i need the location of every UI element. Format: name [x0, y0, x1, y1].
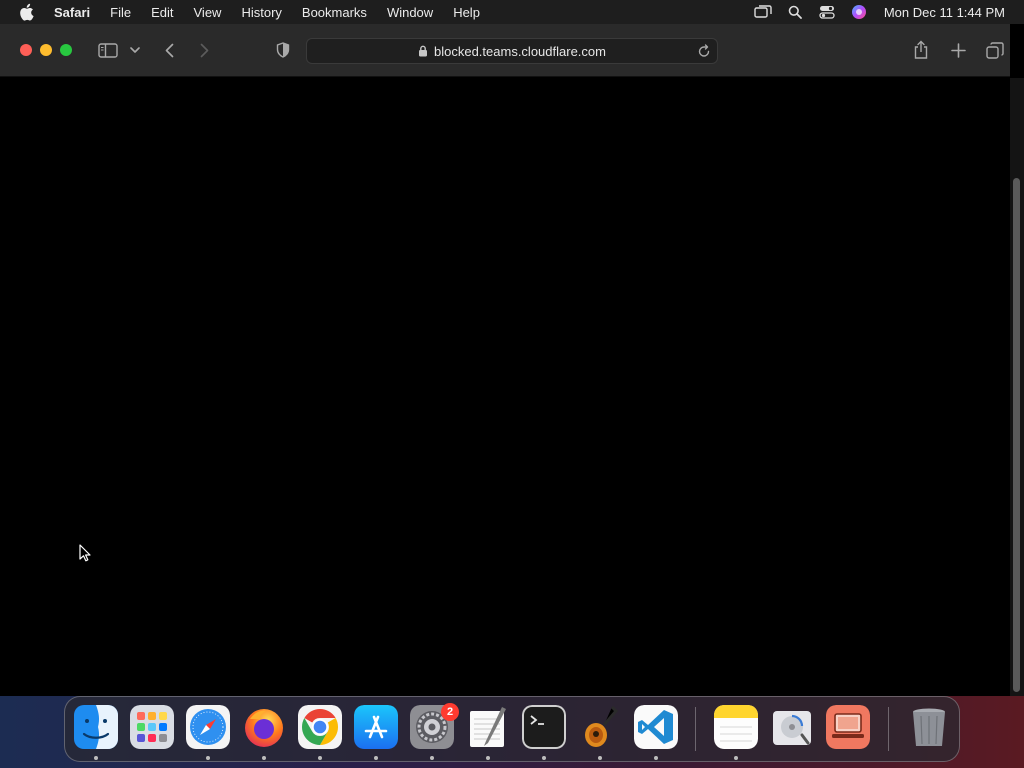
running-indicator [206, 756, 210, 760]
apple-menu-icon[interactable] [18, 3, 36, 21]
scrollbar-thumb[interactable] [1013, 178, 1020, 692]
running-indicator [430, 756, 434, 760]
screen-mirroring-icon[interactable] [754, 4, 772, 20]
mouse-pointer-icon [79, 544, 91, 567]
menu-help[interactable]: Help [453, 5, 480, 20]
dock-launchpad-icon[interactable] [130, 705, 174, 749]
menu-bar: Safari File Edit View History Bookmarks … [0, 0, 1024, 24]
dock-disk-utility-icon[interactable] [770, 705, 814, 749]
dock-screen-sharing-icon[interactable] [826, 705, 870, 749]
address-bar[interactable]: blocked.teams.cloudflare.com [306, 38, 718, 64]
new-tab-plus-icon[interactable] [948, 39, 968, 61]
spotlight-search-icon[interactable] [786, 4, 804, 20]
web-content-area[interactable] [0, 78, 1010, 696]
dock [64, 696, 960, 762]
dock-firefox-icon[interactable] [242, 705, 286, 749]
address-bar-url: blocked.teams.cloudflare.com [434, 43, 606, 59]
privacy-shield-icon[interactable] [274, 39, 292, 61]
running-indicator [94, 756, 98, 760]
dock-separator [695, 707, 696, 751]
menu-history[interactable]: History [241, 5, 281, 20]
dock-finder-icon[interactable] [74, 705, 118, 749]
menu-edit[interactable]: Edit [151, 5, 173, 20]
menu-bar-clock[interactable]: Mon Dec 11 1:44 PM [884, 5, 1005, 20]
menu-bookmarks[interactable]: Bookmarks [302, 5, 367, 20]
dock-chrome-icon[interactable] [298, 705, 342, 749]
settings-notification-badge: 2 [441, 703, 459, 721]
safari-window: blocked.teams.cloudflare.com [0, 24, 1010, 696]
running-indicator [734, 756, 738, 760]
dock-terminal-icon[interactable] [522, 705, 566, 749]
dock-textedit-icon[interactable] [466, 705, 510, 749]
menu-window[interactable]: Window [387, 5, 433, 20]
dock-separator [888, 707, 889, 751]
running-indicator [486, 756, 490, 760]
running-indicator [542, 756, 546, 760]
share-icon[interactable] [911, 39, 931, 61]
tab-overview-icon[interactable] [985, 39, 1005, 61]
dock-safari-icon[interactable] [186, 705, 230, 749]
window-minimize-button[interactable] [40, 44, 52, 56]
dock-app-store-icon[interactable] [354, 705, 398, 749]
running-indicator [654, 756, 658, 760]
safari-toolbar: blocked.teams.cloudflare.com [0, 24, 1010, 77]
reload-icon[interactable] [697, 43, 711, 59]
window-close-button[interactable] [20, 44, 32, 56]
lock-icon [418, 45, 428, 57]
running-indicator [318, 756, 322, 760]
running-indicator [374, 756, 378, 760]
running-indicator [262, 756, 266, 760]
window-zoom-button[interactable] [60, 44, 72, 56]
sidebar-toggle-icon[interactable] [96, 39, 120, 61]
back-button-icon[interactable] [160, 39, 178, 61]
tab-group-chevron-down-icon[interactable] [128, 39, 142, 61]
dock-garageband-icon[interactable] [578, 705, 622, 749]
control-center-icon[interactable] [818, 4, 836, 20]
forward-button-icon[interactable] [195, 39, 213, 61]
dock-trash-icon[interactable] [907, 705, 951, 749]
running-indicator [598, 756, 602, 760]
dock-notes-icon[interactable] [714, 705, 758, 749]
menu-file[interactable]: File [110, 5, 131, 20]
menu-app-safari[interactable]: Safari [54, 5, 90, 20]
menu-view[interactable]: View [194, 5, 222, 20]
siri-icon[interactable] [850, 4, 868, 20]
dock-vscode-icon[interactable] [634, 705, 678, 749]
